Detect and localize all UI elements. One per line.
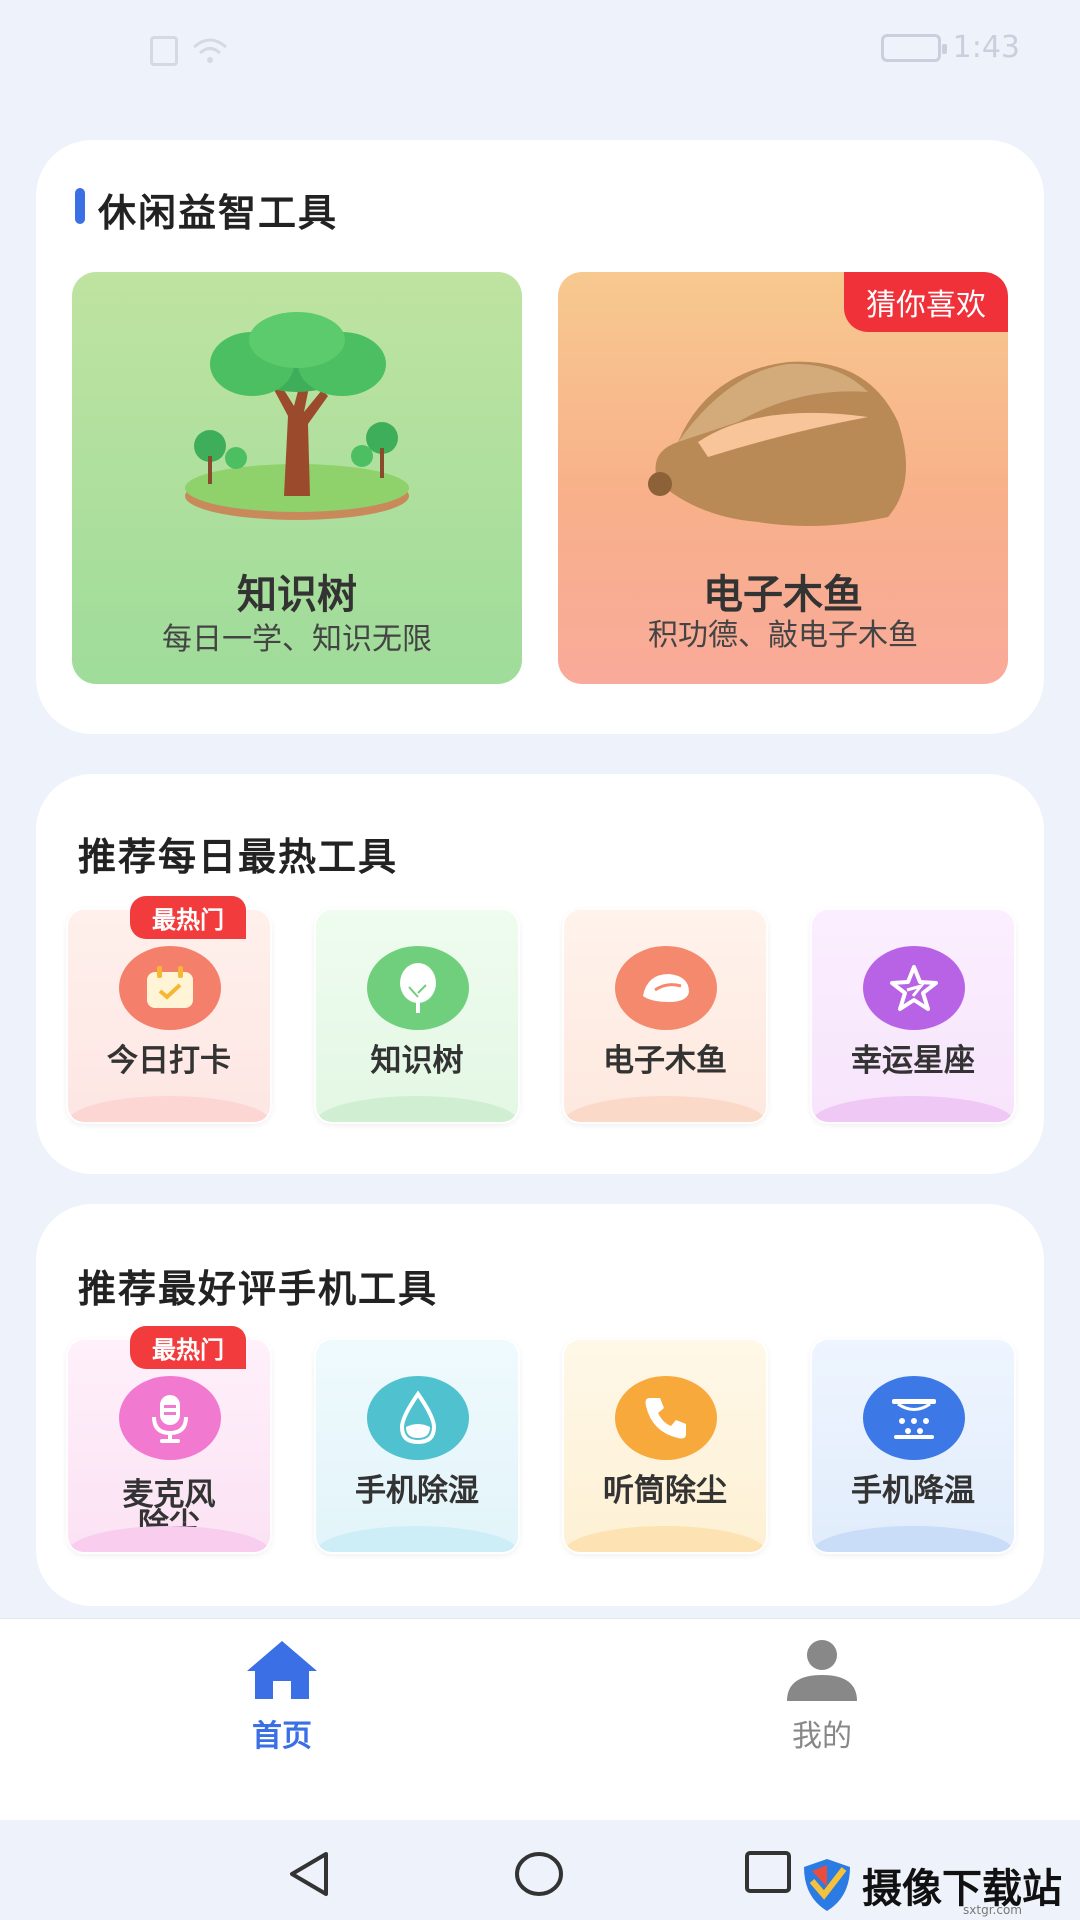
wave-decoration [564, 1096, 766, 1122]
tool-label: 电子木鱼 [603, 1043, 727, 1079]
section-marker [75, 188, 85, 224]
wooden-fish-icon [615, 946, 717, 1030]
shield-logo-icon [804, 1859, 850, 1911]
wave-decoration [812, 1096, 1014, 1122]
wave-decoration [316, 1526, 518, 1552]
wooden-fish-feature[interactable]: 猜你喜欢 电子木鱼 积功德、敲电子木鱼 [558, 272, 1008, 684]
wave-decoration [68, 1096, 270, 1122]
tool-label: 手机除湿 [355, 1473, 479, 1509]
daily-hot-section-title: 推荐每日最热工具 [78, 835, 399, 879]
lucky-constellation-tool[interactable]: 幸运星座 [810, 908, 1016, 1124]
status-bar: 1:43 [0, 0, 1080, 100]
wave-decoration [564, 1526, 766, 1552]
star-icon [863, 946, 965, 1030]
knowledge-tree-feature[interactable]: 知识树 每日一学、知识无限 [72, 272, 522, 684]
cooling-icon [863, 1376, 965, 1460]
user-icon [787, 1640, 857, 1701]
tool-label: 听筒除尘 [603, 1473, 727, 1509]
tool-label: 幸运星座 [851, 1043, 975, 1079]
watermark-text: 摄像下载站 [862, 1865, 1062, 1912]
water-drop-icon [367, 1376, 469, 1460]
sim-card-icon [150, 36, 178, 66]
daily-checkin-tool[interactable]: 今日打卡 [66, 908, 272, 1124]
bottom-nav: 首页 我的 [0, 1618, 1080, 1820]
status-right: 1:43 [880, 30, 1020, 65]
knowledge-tree-tool[interactable]: 知识树 [314, 908, 520, 1124]
nav-home[interactable]: 首页 [182, 1637, 382, 1755]
home-circle-icon[interactable] [514, 1850, 564, 1898]
battery-icon [880, 33, 947, 62]
phone-dehumidify-tool[interactable]: 手机除湿 [314, 1338, 520, 1554]
earpiece-dust-tool[interactable]: 听筒除尘 [562, 1338, 768, 1554]
phone-cooling-tool[interactable]: 手机降温 [810, 1338, 1016, 1554]
microphone-icon [119, 1376, 221, 1460]
back-triangle-icon[interactable] [286, 1850, 332, 1898]
hot-badge: 最热门 [130, 1326, 246, 1369]
home-icon [247, 1641, 317, 1699]
clock: 1:43 [952, 30, 1020, 65]
microphone-dust-tool[interactable]: 麦克风 除尘 [66, 1338, 272, 1554]
nav-home-label: 首页 [252, 1719, 312, 1754]
hot-badge: 最热门 [130, 896, 246, 939]
tool-label: 知识树 [370, 1043, 464, 1079]
tool-label: 手机降温 [851, 1473, 975, 1509]
guess-you-like-badge: 猜你喜欢 [844, 272, 1008, 332]
wifi-icon [193, 38, 227, 63]
nav-mine[interactable]: 我的 [722, 1637, 922, 1755]
wave-decoration [316, 1096, 518, 1122]
wave-decoration [812, 1526, 1014, 1552]
knowledge-tree-subtitle: 每日一学、知识无限 [162, 622, 432, 657]
phone-icon [615, 1376, 717, 1460]
tree-icon [367, 946, 469, 1030]
knowledge-tree-name: 知识树 [237, 572, 357, 618]
wooden-fish-illustration-icon [648, 361, 906, 526]
calendar-check-icon [119, 946, 221, 1030]
leisure-section-title: 休闲益智工具 [98, 191, 339, 235]
watermark: 摄像下载站 [802, 1856, 1062, 1914]
tree-illustration-icon [185, 312, 409, 520]
watermark-url: sxtgr.com [963, 1903, 1022, 1917]
wooden-fish-subtitle: 积功德、敲电子木鱼 [648, 618, 918, 653]
nav-mine-label: 我的 [792, 1719, 852, 1754]
status-left [150, 36, 228, 66]
wooden-fish-tool[interactable]: 电子木鱼 [562, 908, 768, 1124]
tool-label: 今日打卡 [107, 1043, 231, 1079]
recents-square-icon[interactable] [744, 1850, 792, 1894]
top-rated-section-title: 推荐最好评手机工具 [78, 1267, 439, 1311]
